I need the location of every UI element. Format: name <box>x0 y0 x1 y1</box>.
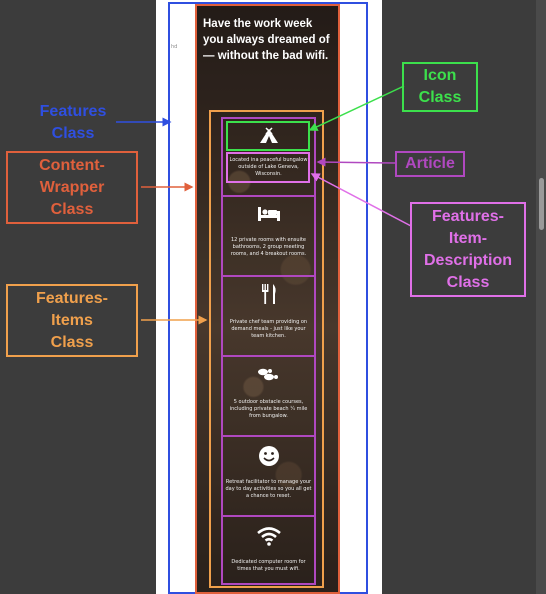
article-label: Article <box>395 151 465 177</box>
content-wrapper-class-label: Content-Wrapper Class <box>6 151 138 224</box>
features-items-class-label: Features-Items Class <box>6 284 138 357</box>
features-item-description-class-label: Features-Item-Description Class <box>410 202 526 297</box>
features-class-label: Features Class <box>39 103 107 142</box>
icon-class-label: Icon Class <box>402 62 478 112</box>
